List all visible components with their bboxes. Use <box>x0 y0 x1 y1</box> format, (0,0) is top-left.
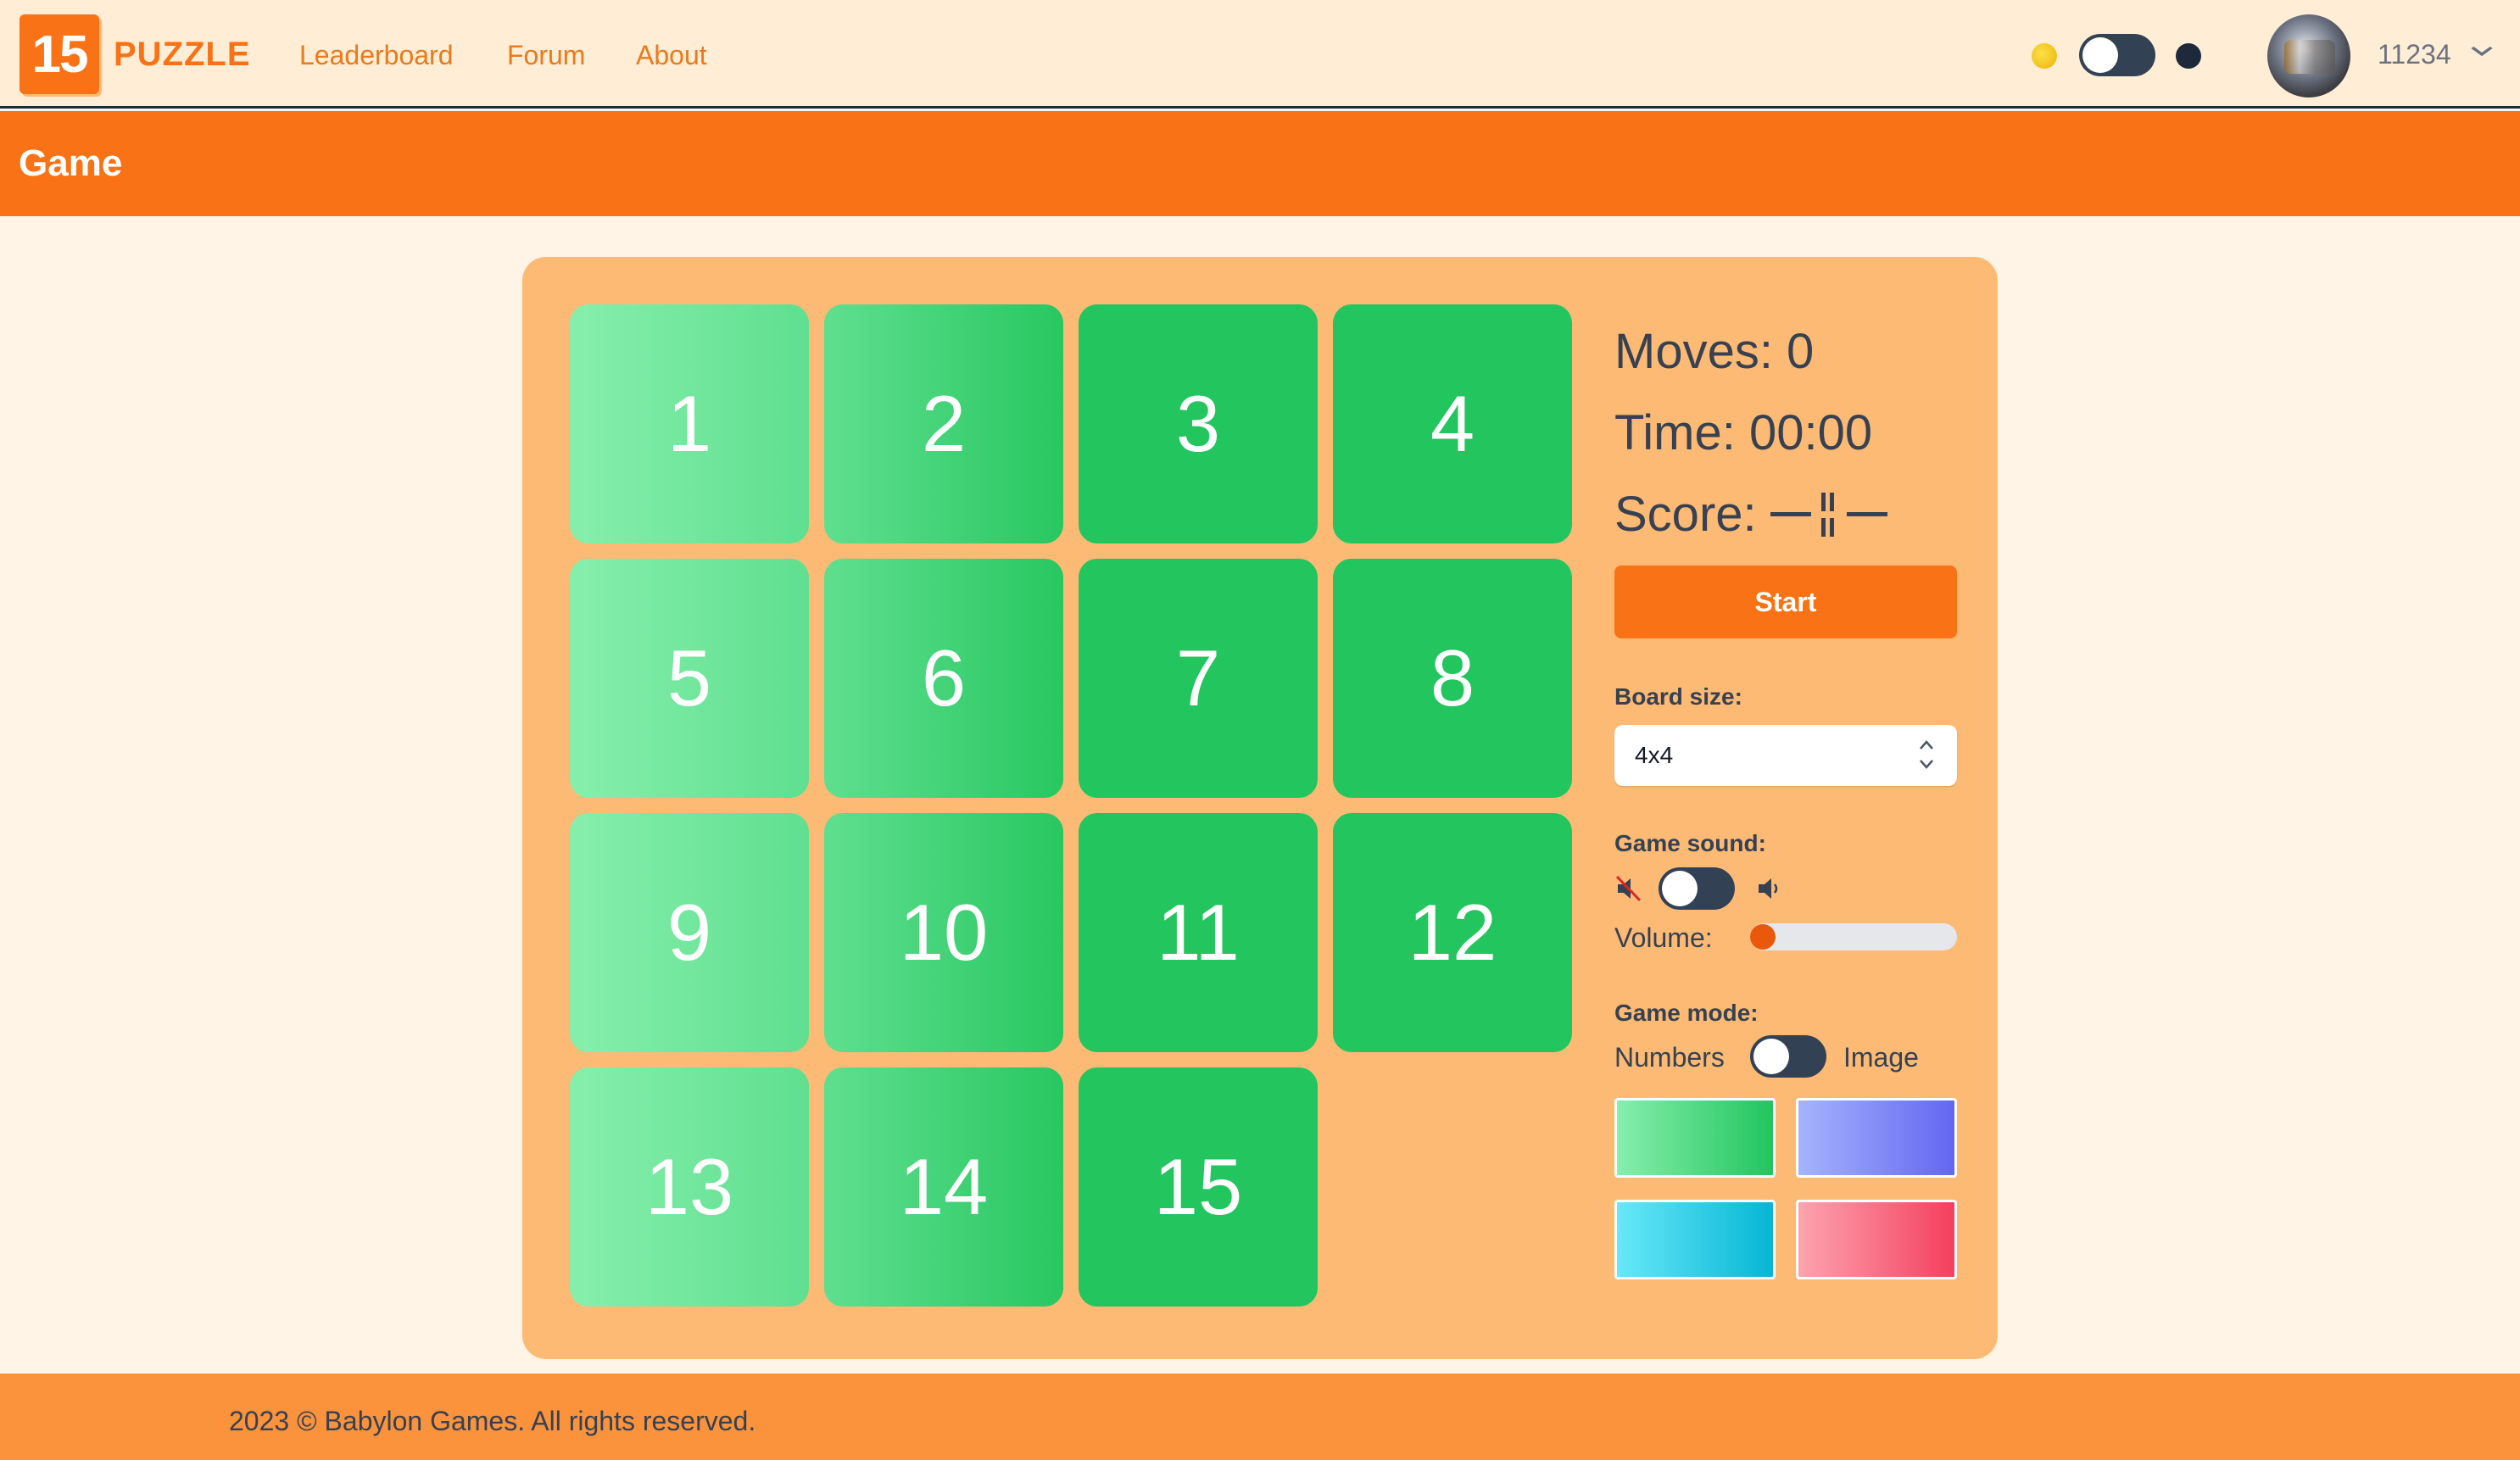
toggle-knob <box>1753 1039 1789 1074</box>
puzzle-tile[interactable]: 14 <box>824 1067 1063 1307</box>
board-size-select[interactable]: 4x4 <box>1614 725 1957 786</box>
puzzle-tile[interactable]: 2 <box>824 304 1063 543</box>
username[interactable]: 11234 <box>2378 39 2451 70</box>
game-mode-toggle[interactable] <box>1750 1035 1826 1078</box>
score-label: Score: <box>1614 487 1757 542</box>
page-title-bar: Game <box>0 111 2520 216</box>
copyright-text: 2023 © Babylon Games. All rights reserve… <box>229 1406 756 1436</box>
board-size-value: 4x4 <box>1635 742 1674 768</box>
puzzle-tile[interactable]: 12 <box>1333 813 1572 1052</box>
mute-icon <box>1615 875 1642 902</box>
logo-icon[interactable]: 15 <box>20 14 99 94</box>
avatar[interactable] <box>2267 14 2350 98</box>
puzzle-tile[interactable]: 3 <box>1079 304 1318 543</box>
puzzle-tile[interactable]: 4 <box>1333 304 1572 543</box>
footer: 2023 © Babylon Games. All rights reserve… <box>0 1374 2520 1460</box>
toggle-knob <box>1662 871 1698 906</box>
timer: Time: 00:00 <box>1614 405 1873 460</box>
start-button[interactable]: Start <box>1614 566 1957 638</box>
nav-link-leaderboard[interactable]: Leaderboard <box>299 40 453 71</box>
puzzle-tile[interactable]: 15 <box>1079 1067 1318 1307</box>
theme-toggle[interactable] <box>2079 34 2155 76</box>
theme-swatch-cyan[interactable] <box>1614 1200 1776 1279</box>
page-title: Game <box>19 142 123 184</box>
theme-swatch-indigo[interactable] <box>1796 1098 1957 1178</box>
toggle-knob <box>2082 37 2118 73</box>
puzzle-tile[interactable]: 1 <box>570 304 809 543</box>
theme-swatch-rose[interactable] <box>1796 1200 1957 1279</box>
puzzle-tile[interactable]: 7 <box>1079 559 1318 798</box>
volume-slider[interactable] <box>1750 923 1957 950</box>
puzzle-tile[interactable]: 5 <box>570 559 809 798</box>
sun-icon <box>2032 43 2057 69</box>
mode-numbers-label: Numbers <box>1614 1042 1725 1073</box>
puzzle-tile[interactable]: 13 <box>570 1067 809 1307</box>
puzzle-board: 1 2 3 4 5 6 7 8 9 10 11 12 13 14 15 <box>570 304 1574 1312</box>
score-display: Score: <box>1614 486 1903 543</box>
moon-icon <box>2176 43 2201 69</box>
puzzle-tile[interactable]: 10 <box>824 813 1063 1052</box>
logo-text[interactable]: PUZZLE <box>114 36 251 74</box>
top-navbar: 15 PUZZLE Leaderboard Forum About 11234 <box>0 0 2520 109</box>
game-sound-label: Game sound: <box>1614 830 1766 856</box>
sound-toggle[interactable] <box>1659 867 1735 910</box>
score-placeholder-icon <box>1770 492 1887 537</box>
volume-slider-thumb[interactable] <box>1750 924 1776 950</box>
game-mode-label: Game mode: <box>1614 1000 1759 1026</box>
select-arrows-icon <box>1920 740 1933 769</box>
puzzle-tile[interactable]: 6 <box>824 559 1063 798</box>
puzzle-tile[interactable]: 11 <box>1079 813 1318 1052</box>
nav-link-about[interactable]: About <box>636 40 707 71</box>
nav-link-forum[interactable]: Forum <box>507 40 585 71</box>
puzzle-tile[interactable]: 9 <box>570 813 809 1052</box>
speaker-icon <box>1759 878 1778 899</box>
volume-label: Volume: <box>1614 922 1713 953</box>
game-panel: 1 2 3 4 5 6 7 8 9 10 11 12 13 14 15 Moves: 0 Time: 00:… <box>522 257 1998 1359</box>
mode-image-label: Image <box>1843 1042 1919 1073</box>
puzzle-tile[interactable]: 8 <box>1333 559 1572 798</box>
theme-swatch-green[interactable] <box>1614 1098 1776 1178</box>
moves-counter: Moves: 0 <box>1614 324 1815 379</box>
chevron-down-icon[interactable] <box>2469 37 2495 66</box>
board-size-label: Board size: <box>1614 683 1742 710</box>
